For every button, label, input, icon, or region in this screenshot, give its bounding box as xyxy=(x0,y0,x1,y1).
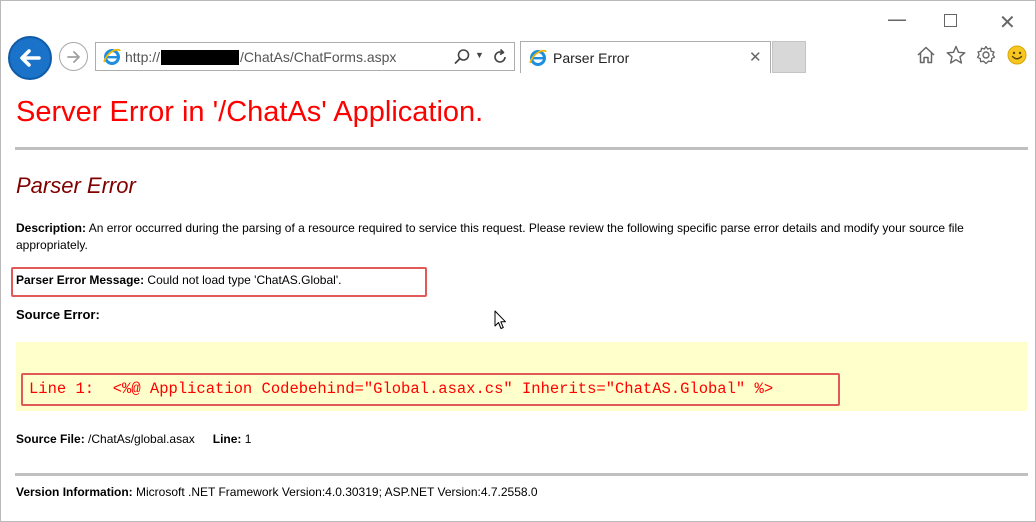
parser-message-label: Parser Error Message: xyxy=(16,273,145,287)
redacted-host xyxy=(161,49,240,65)
home-icon[interactable] xyxy=(915,44,937,66)
ie-tab-icon xyxy=(529,49,547,66)
maximize-button[interactable] xyxy=(944,14,957,27)
gear-icon[interactable] xyxy=(975,44,997,66)
close-tab-icon[interactable]: ✕ xyxy=(749,48,762,66)
minimize-button[interactable]: — xyxy=(887,7,907,31)
source-file-value: /ChatAs/global.asax xyxy=(84,432,195,446)
address-bar[interactable]: http:// /ChatAs/ChatForms.aspx ▼ xyxy=(95,42,515,71)
address-url[interactable]: http:// /ChatAs/ChatForms.aspx xyxy=(125,49,396,65)
ie-page-icon xyxy=(103,48,121,65)
new-tab-button[interactable] xyxy=(772,41,806,73)
version-label: Version Information: xyxy=(16,485,133,499)
tab-title: Parser Error xyxy=(553,50,630,66)
smiley-icon[interactable] xyxy=(1006,44,1028,66)
parser-message-text: Could not load type 'ChatAS.Global'. xyxy=(144,273,342,287)
arrow-left-icon xyxy=(20,49,41,67)
page-title: Server Error in '/ChatAs' Application. xyxy=(16,96,484,128)
back-button[interactable] xyxy=(8,36,52,80)
source-file-label: Source File: xyxy=(16,432,85,446)
arrow-right-icon xyxy=(66,50,80,63)
error-description: Description: An error occurred during th… xyxy=(16,220,1016,254)
tab-parser-error[interactable]: Parser Error ✕ xyxy=(520,41,771,73)
version-text: Microsoft .NET Framework Version:4.0.303… xyxy=(132,485,538,499)
source-error-label: Source Error: xyxy=(16,307,100,322)
line-label: Line: xyxy=(212,432,242,446)
source-error-heading: Source Error: xyxy=(16,307,100,322)
description-text: An error occurred during the parsing of … xyxy=(16,221,964,252)
parser-error-message: Parser Error Message: Could not load typ… xyxy=(16,273,341,287)
source-file-info: Source File: /ChatAs/global.asax Line: 1 xyxy=(16,432,251,446)
star-icon[interactable] xyxy=(945,44,967,66)
forward-button[interactable] xyxy=(59,42,88,71)
mouse-cursor-icon xyxy=(494,310,506,329)
refresh-icon[interactable] xyxy=(490,47,510,67)
url-path: /ChatAs/ChatForms.aspx xyxy=(240,49,397,65)
version-information: Version Information: Microsoft .NET Fram… xyxy=(16,485,538,499)
line-value: 1 xyxy=(241,432,252,446)
close-window-button[interactable]: ✕ xyxy=(999,10,1016,34)
source-code-line: Line 1: <%@ Application Codebehind="Glob… xyxy=(29,380,774,398)
error-subtitle: Parser Error xyxy=(16,173,136,198)
url-prefix: http:// xyxy=(125,49,161,65)
search-icon[interactable] xyxy=(452,47,472,67)
chevron-down-icon[interactable]: ▼ xyxy=(475,50,484,60)
description-label: Description: xyxy=(16,221,87,235)
divider xyxy=(15,147,1028,150)
browser-window: — ✕ http:// /ChatAs/ChatForms.aspx ▼ Par… xyxy=(0,0,1036,522)
divider xyxy=(15,473,1028,476)
